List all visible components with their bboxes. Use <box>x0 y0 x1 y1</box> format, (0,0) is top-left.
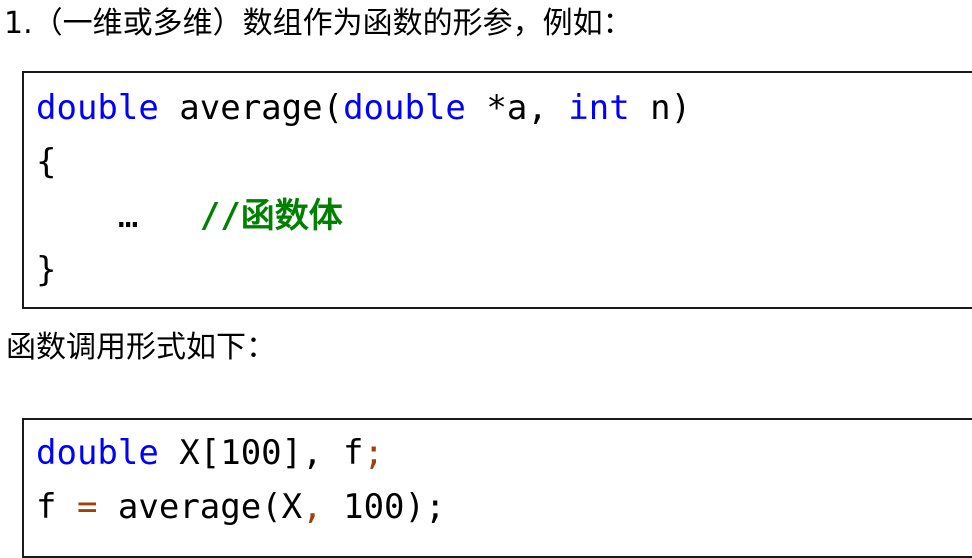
code-line-close-brace: } <box>36 250 57 290</box>
ellipsis-glyph: … <box>117 196 139 236</box>
slide-page: 1.（一维或多维）数组作为函数的形参，例如： double average(do… <box>0 0 972 558</box>
code-line-declaration: double X[100], f; <box>24 420 972 480</box>
code-line-signature: double average(double *a, int n) <box>24 73 972 135</box>
variable-f: f <box>36 487 77 527</box>
call-expression-start: average(X <box>97 487 303 527</box>
assignment-operator: = <box>76 487 98 527</box>
keyword-int-param: int <box>568 88 630 128</box>
code-block-function-definition: double average(double *a, int n) { … //函… <box>22 71 972 309</box>
param-n: n) <box>629 88 692 128</box>
code-block-function-call: double X[100], f; f = average(X, 100); <box>22 418 972 558</box>
code-line-call: f = average(X, 100); <box>24 480 972 534</box>
param-pointer-a: *a, <box>465 88 569 128</box>
page-title: 1.（一维或多维）数组作为函数的形参，例如： <box>4 6 633 41</box>
code-line-open-brace: { <box>36 142 57 182</box>
comment-function-body: //函数体 <box>199 196 343 236</box>
keyword-double-param: double <box>343 88 466 128</box>
keyword-double-return: double <box>36 88 159 128</box>
code-line-body-comment: … //函数体 <box>24 189 972 243</box>
call-expression-end: 100); <box>322 487 446 527</box>
section-subtitle: 函数调用形式如下： <box>6 330 276 365</box>
function-name-average: average( <box>158 88 344 128</box>
gap-space <box>138 196 199 236</box>
declared-variables: X[100], f <box>158 433 364 473</box>
keyword-double-decl: double <box>36 433 159 473</box>
semicolon-punct: ; <box>363 433 385 473</box>
comma-punct: , <box>302 487 323 527</box>
